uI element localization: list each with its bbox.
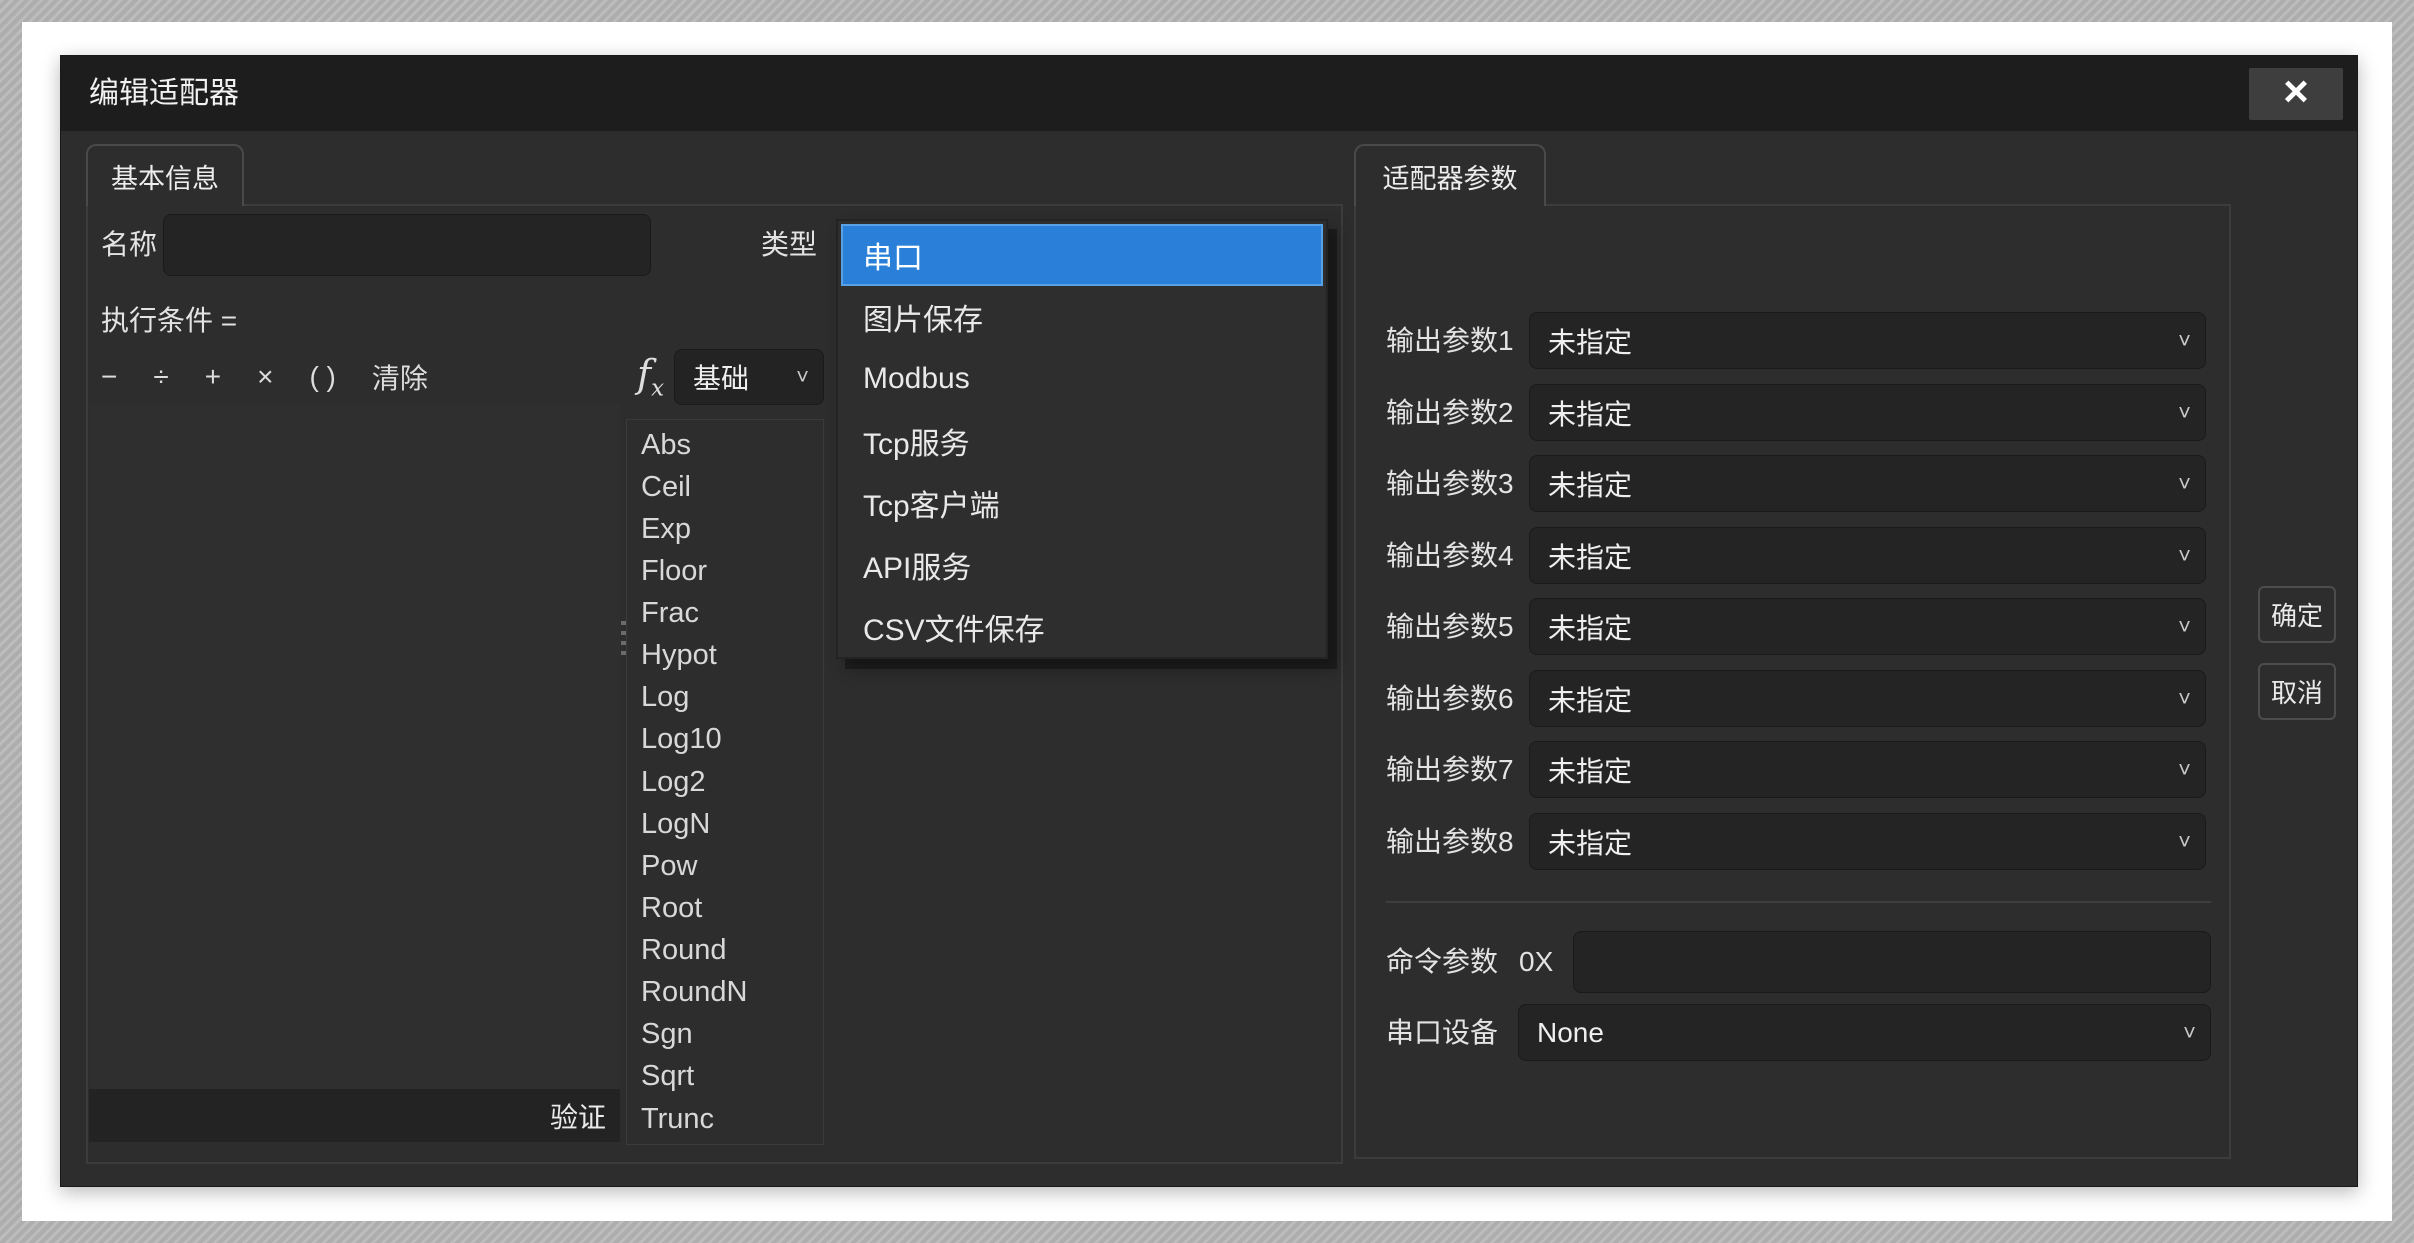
serial-device-value: None <box>1537 1017 1604 1049</box>
output-param-label: 输出参数5 <box>1386 598 1514 655</box>
close-icon: × <box>2283 70 2309 114</box>
function-item[interactable]: Round <box>627 930 823 972</box>
type-option[interactable]: Tcp客户端 <box>841 472 1323 534</box>
output-param-value: 未指定 <box>1548 464 1632 504</box>
output-param-label: 输出参数4 <box>1386 527 1514 584</box>
output-param-value: 未指定 <box>1548 321 1632 361</box>
output-param-select[interactable]: 未指定 ˅ <box>1529 312 2206 369</box>
function-item[interactable]: RoundN <box>627 972 823 1014</box>
validate-label: 验证 <box>550 1096 606 1136</box>
function-item[interactable]: Log2 <box>627 761 823 803</box>
function-item[interactable]: Log10 <box>627 719 823 761</box>
output-param-select[interactable]: 未指定 ˅ <box>1529 384 2206 441</box>
function-list: Abs Ceil Exp Floor Frac Hypot Log Log10 … <box>626 419 824 1145</box>
command-param-input[interactable] <box>1573 931 2211 993</box>
output-param-select[interactable]: 未指定 ˅ <box>1529 741 2206 798</box>
name-label: 名称 <box>101 214 157 276</box>
clear-button[interactable]: 清除 <box>372 357 428 397</box>
output-param-label: 输出参数2 <box>1386 384 1514 441</box>
cancel-button[interactable]: 取消 <box>2258 663 2336 720</box>
output-param-label: 输出参数3 <box>1386 455 1514 512</box>
output-param-value: 未指定 <box>1548 750 1632 790</box>
condition-label: 执行条件 = <box>101 299 237 339</box>
edit-adapter-dialog: 编辑适配器 × 基本信息 名称 类型 串口 图片保存 Modbus Tcp服务 … <box>60 55 2358 1187</box>
section-divider <box>1386 901 2211 903</box>
output-param-value: 未指定 <box>1548 679 1632 719</box>
function-item[interactable]: Trunc <box>627 1098 823 1140</box>
desktop-frame: 编辑适配器 × 基本信息 名称 类型 串口 图片保存 Modbus Tcp服务 … <box>0 0 2414 1243</box>
type-dropdown-list: 串口 图片保存 Modbus Tcp服务 Tcp客户端 API服务 CSV文件保… <box>836 219 1328 659</box>
chevron-down-icon: ˅ <box>2178 829 2191 855</box>
validate-button[interactable]: 验证 <box>89 1089 620 1142</box>
command-prefix-label: 0X <box>1519 931 1553 993</box>
chevron-down-icon: ˅ <box>2178 543 2191 569</box>
operator-toolbar: − ÷ + × ( ) 清除 <box>101 349 428 405</box>
function-category-select[interactable]: 基础 ˅ <box>674 349 824 405</box>
output-param-label: 输出参数8 <box>1386 813 1514 870</box>
function-item[interactable]: Exp <box>627 508 823 550</box>
command-param-label: 命令参数 <box>1386 931 1498 993</box>
titlebar: 编辑适配器 × <box>61 56 2357 131</box>
chevron-down-icon: ˅ <box>796 364 809 390</box>
operator-minus-button[interactable]: − <box>101 361 117 393</box>
output-param-label: 输出参数6 <box>1386 670 1514 727</box>
function-item[interactable]: Frac <box>627 593 823 635</box>
type-label: 类型 <box>761 214 817 276</box>
output-param-select[interactable]: 未指定 ˅ <box>1529 598 2206 655</box>
type-option[interactable]: 图片保存 <box>841 286 1323 348</box>
type-option[interactable]: 串口 <box>841 224 1323 286</box>
function-category-value: 基础 <box>693 357 749 397</box>
operator-plus-button[interactable]: + <box>205 361 221 393</box>
type-option[interactable]: CSV文件保存 <box>841 596 1323 658</box>
output-param-select[interactable]: 未指定 ˅ <box>1529 455 2206 512</box>
function-item[interactable]: Hypot <box>627 635 823 677</box>
chevron-down-icon: ˅ <box>2178 471 2191 497</box>
tab-basic-info-label: 基本信息 <box>111 157 219 196</box>
function-item[interactable]: Log <box>627 677 823 719</box>
output-param-label: 输出参数7 <box>1386 741 1514 798</box>
output-param-select[interactable]: 未指定 ˅ <box>1529 527 2206 584</box>
output-param-select[interactable]: 未指定 ˅ <box>1529 813 2206 870</box>
type-option[interactable]: Tcp服务 <box>841 410 1323 472</box>
operator-multiply-button[interactable]: × <box>257 361 273 393</box>
chevron-down-icon: ˅ <box>2183 1020 2196 1046</box>
close-button[interactable]: × <box>2249 68 2343 120</box>
fx-function-icon: fx <box>637 352 664 402</box>
chevron-down-icon: ˅ <box>2178 686 2191 712</box>
operator-parentheses-button[interactable]: ( ) <box>309 361 335 393</box>
chevron-down-icon: ˅ <box>2178 757 2191 783</box>
output-param-value: 未指定 <box>1548 822 1632 862</box>
output-param-value: 未指定 <box>1548 607 1632 647</box>
operator-divide-button[interactable]: ÷ <box>153 361 168 393</box>
function-item[interactable]: Root <box>627 887 823 929</box>
function-item[interactable]: Abs <box>627 424 823 466</box>
output-param-value: 未指定 <box>1548 536 1632 576</box>
output-param-value: 未指定 <box>1548 393 1632 433</box>
chevron-down-icon: ˅ <box>2178 614 2191 640</box>
type-option[interactable]: Modbus <box>841 348 1323 410</box>
chevron-down-icon: ˅ <box>2178 400 2191 426</box>
function-item[interactable]: Sqrt <box>627 1056 823 1098</box>
tab-basic-info[interactable]: 基本信息 <box>86 144 244 206</box>
function-item[interactable]: Pow <box>627 845 823 887</box>
chevron-down-icon: ˅ <box>2178 328 2191 354</box>
tab-adapter-params[interactable]: 适配器参数 <box>1354 144 1546 206</box>
function-item[interactable]: Ceil <box>627 466 823 508</box>
expression-editor[interactable] <box>89 404 620 1089</box>
function-item[interactable]: Sgn <box>627 1014 823 1056</box>
output-param-select[interactable]: 未指定 ˅ <box>1529 670 2206 727</box>
serial-device-select[interactable]: None ˅ <box>1518 1004 2211 1061</box>
name-input[interactable] <box>163 214 651 276</box>
window-background: 编辑适配器 × 基本信息 名称 类型 串口 图片保存 Modbus Tcp服务 … <box>22 22 2392 1221</box>
function-item[interactable]: Floor <box>627 550 823 592</box>
ok-button[interactable]: 确定 <box>2258 586 2336 643</box>
function-item[interactable]: LogN <box>627 803 823 845</box>
type-option[interactable]: API服务 <box>841 534 1323 596</box>
dialog-title: 编辑适配器 <box>89 56 239 131</box>
serial-device-label: 串口设备 <box>1386 1004 1498 1061</box>
output-param-label: 输出参数1 <box>1386 312 1514 369</box>
tab-adapter-params-label: 适配器参数 <box>1383 157 1518 196</box>
